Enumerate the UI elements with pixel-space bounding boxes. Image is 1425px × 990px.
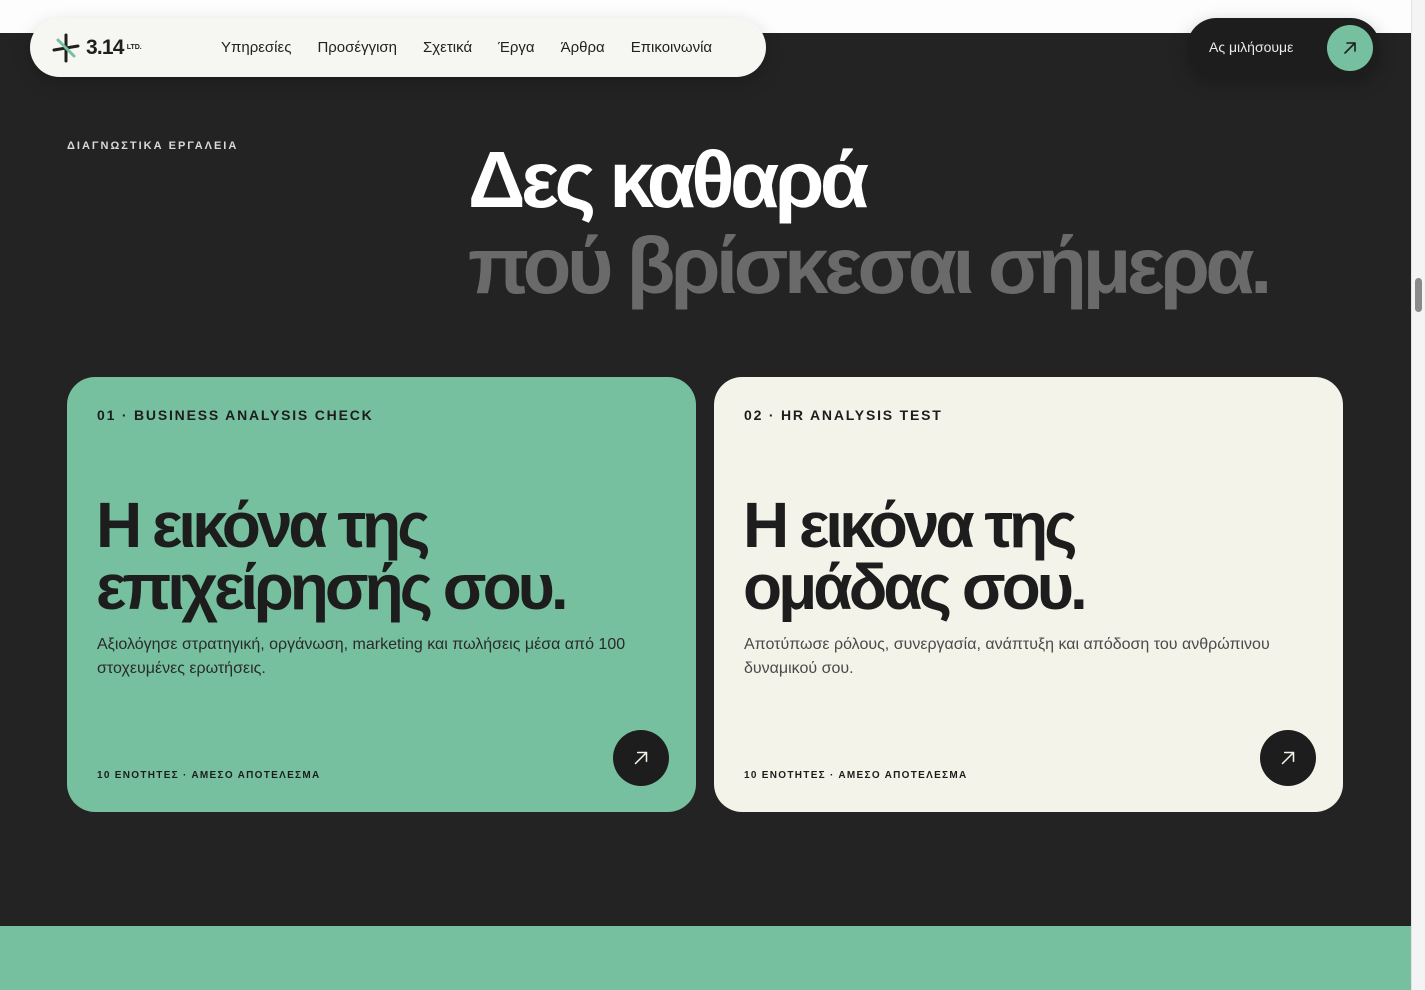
nav-link-about[interactable]: Σχετικά (423, 39, 472, 56)
card-tag: 02 · HR ANALYSIS TEST (744, 407, 943, 423)
arrow-up-right-icon (1327, 25, 1373, 71)
scrollbar-thumb[interactable] (1415, 278, 1422, 312)
card-meta: 10 ΕΝΟΤΗΤΕΣ · ΑΜΕΣΟ ΑΠΟΤΕΛΕΣΜΑ (744, 770, 968, 781)
nav-link-services[interactable]: Υπηρεσίες (221, 39, 291, 56)
logo-text: 3.14 (86, 36, 124, 59)
business-analysis-open-button[interactable] (613, 730, 669, 786)
hr-analysis-card[interactable]: 02 · HR ANALYSIS TEST Η εικόνα της ομάδα… (714, 377, 1343, 812)
card-title: Η εικόνα της ομάδας σου. (743, 489, 1088, 623)
nav-link-approach[interactable]: Προσέγγιση (317, 39, 397, 56)
nav-link-contact[interactable]: Επικοινωνία (631, 39, 712, 56)
card-title-line-1: Η εικόνα της (96, 489, 430, 561)
lets-talk-button[interactable]: Ας μιλήσουμε (1187, 18, 1380, 77)
nav-links: Υπηρεσίες Προσέγγιση Σχετικά Έργα Άρθρα … (221, 18, 712, 77)
arrow-up-right-icon (634, 751, 648, 765)
card-meta: 10 ΕΝΟΤΗΤΕΣ · ΑΜΕΣΟ ΑΠΟΤΕΛΕΣΜΑ (97, 770, 321, 781)
card-title-line-1: Η εικόνα της (743, 489, 1077, 561)
headline-line-2: πού βρίσκεσαι σήμερα. (468, 221, 1272, 310)
card-tag: 01 · BUSINESS ANALYSIS CHECK (97, 407, 374, 423)
logo-suffix: LTD. (126, 43, 142, 51)
card-title-line-2: ομάδας σου. (743, 551, 1088, 623)
main-nav: 3.14 LTD. Υπηρεσίες Προσέγγιση Σχετικά Έ… (30, 18, 766, 77)
logo[interactable]: 3.14 LTD. (50, 31, 142, 65)
headline-line-1: Δες καθαρά (468, 135, 869, 224)
section-eyebrow: ΔΙΑΓΝΩΣΤΙΚΑ ΕΡΓΑΛΕΙΑ (67, 140, 239, 152)
logo-mark-icon (52, 33, 80, 63)
next-section-band (0, 926, 1411, 990)
nav-link-articles[interactable]: Άρθρα (561, 39, 605, 56)
section-headline: Δες καθαρά πού βρίσκεσαι σήμερα. (468, 135, 1272, 310)
scrollbar[interactable] (1411, 0, 1425, 990)
hr-analysis-open-button[interactable] (1260, 730, 1316, 786)
business-analysis-card[interactable]: 01 · BUSINESS ANALYSIS CHECK Η εικόνα τη… (67, 377, 696, 812)
card-title: Η εικόνα της επιχείρησής σου. (96, 489, 569, 623)
lets-talk-label: Ας μιλήσουμε (1209, 39, 1294, 55)
arrow-up-right-icon (1281, 751, 1295, 765)
card-title-line-2: επιχείρησής σου. (96, 551, 569, 623)
nav-link-projects[interactable]: Έργα (498, 39, 534, 56)
card-description: Αξιολόγησε στρατηγική, οργάνωση, marketi… (97, 636, 626, 677)
card-description: Αποτύπωσε ρόλους, συνεργασία, ανάπτυξη κ… (744, 636, 1270, 677)
